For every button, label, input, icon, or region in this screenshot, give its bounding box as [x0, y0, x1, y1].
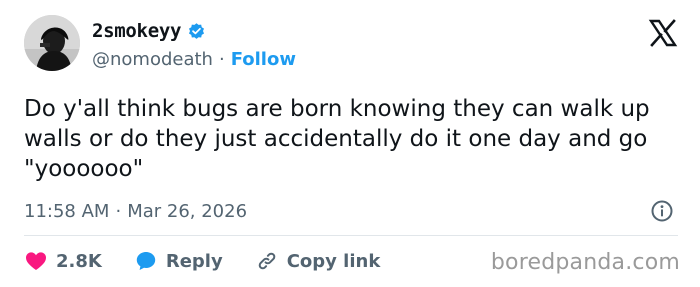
tweet-time: 11:58 AM: [24, 200, 110, 222]
timestamp-separator: ·: [115, 200, 122, 222]
x-logo-icon[interactable]: [648, 18, 678, 48]
speech-bubble-icon: [134, 249, 158, 273]
tweet-text: Do y'all think bugs are born knowing the…: [24, 96, 650, 182]
author-handle-row: @nomodeath · Follow: [92, 46, 296, 72]
info-icon[interactable]: [650, 199, 674, 223]
copy-link-button[interactable]: Copy link: [255, 249, 381, 273]
tweet-date: Mar 26, 2026: [127, 200, 248, 222]
like-count: 2.8K: [56, 250, 102, 272]
like-button[interactable]: 2.8K: [24, 249, 102, 273]
author-handle[interactable]: @nomodeath: [92, 49, 213, 70]
handle-separator: ·: [218, 48, 225, 70]
tweet-actions: 2.8K Reply Copy link: [24, 246, 412, 276]
author-name-row: 2smokeyy: [92, 18, 206, 44]
copy-link-label: Copy link: [286, 250, 381, 272]
reply-label: Reply: [165, 250, 223, 272]
avatar-image: [24, 15, 80, 71]
divider: [24, 235, 678, 236]
reply-button[interactable]: Reply: [134, 249, 223, 273]
author-display-name[interactable]: 2smokeyy: [92, 20, 181, 42]
avatar[interactable]: [24, 15, 80, 71]
watermark: boredpanda.com: [490, 250, 680, 275]
tweet-timestamp[interactable]: 11:58 AM · Mar 26, 2026: [24, 198, 247, 224]
heart-icon: [24, 249, 48, 273]
verified-badge-icon: [187, 22, 206, 41]
follow-button[interactable]: Follow: [231, 49, 296, 70]
link-icon: [255, 249, 279, 273]
